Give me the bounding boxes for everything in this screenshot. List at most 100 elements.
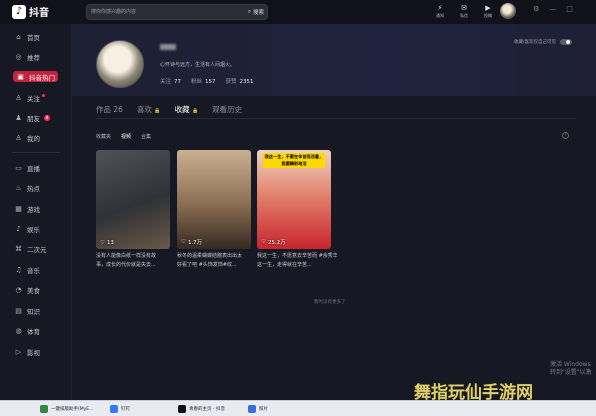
sidebar-item-game[interactable]: ▦ 游戏: [14, 203, 40, 215]
sidebar-item-music[interactable]: ♫ 音乐: [14, 264, 40, 276]
sidebar-item-hot[interactable]: ▣ 抖音热门: [13, 71, 58, 82]
sidebar-item-label: 直播: [27, 165, 40, 173]
search-button[interactable]: ⌕ 搜索: [248, 7, 264, 17]
settings-icon[interactable]: ⚙: [533, 5, 539, 13]
sidebar-item-home[interactable]: ⌂ 首页: [14, 31, 40, 43]
profile-header-background: [72, 24, 596, 96]
user-avatar[interactable]: [500, 3, 516, 19]
tab-label: 收藏: [174, 105, 190, 114]
message-button[interactable]: ✉ 私信: [458, 4, 470, 19]
taskbar-label: 钉钉: [121, 407, 130, 412]
taskbar-item[interactable]: 钉钉: [110, 404, 130, 414]
film-icon: ▷: [15, 348, 22, 356]
stat-followers[interactable]: 粉丝 157: [191, 77, 216, 85]
message-label: 私信: [460, 13, 468, 18]
privacy-toggle[interactable]: [560, 39, 573, 45]
video-caption[interactable]: 我这一生，不愿意去辛苦而 #余秀华 发文:我 这一生，走得就在辛苦...: [257, 252, 337, 270]
video-banner-text: 我这一生，不要在辛苦而活着，我要精彩地活: [263, 153, 325, 168]
notification-label: 通知: [436, 13, 444, 18]
sidebar-item-trending[interactable]: ♨ 热点: [14, 182, 40, 194]
app-icon: [178, 405, 186, 413]
sidebar-item-anime[interactable]: ⌘ 二次元: [14, 243, 47, 255]
food-icon: ◔: [15, 286, 22, 294]
taskbar-label: 青春的主页 - 抖音: [189, 407, 225, 412]
profile-avatar[interactable]: [96, 40, 144, 88]
taskbar-label: 一键排版助手(MyE...: [51, 407, 94, 412]
subtab-videos[interactable]: 视频: [121, 133, 131, 140]
lock-icon: 🔒: [154, 108, 161, 114]
game-icon: ▦: [15, 205, 22, 213]
app-logo[interactable]: ♪ 抖音: [12, 4, 49, 19]
caption-line: 这一生，走得就在辛苦...: [257, 262, 312, 268]
taskbar-item[interactable]: 青春的主页 - 抖音: [178, 404, 225, 414]
card-likes: ♡ 13: [100, 240, 114, 246]
recommend-icon: ◎: [15, 53, 22, 61]
upload-button[interactable]: ▶ 投稿: [482, 4, 494, 19]
sidebar-item-friends[interactable]: ♟ 朋友 8: [14, 112, 50, 124]
stat-value: 2351: [239, 79, 254, 85]
window-controls: ⚙ — □: [533, 5, 573, 13]
profile-stats: 关注 77 粉丝 157 获赞 2351: [160, 77, 254, 85]
tab-likes[interactable]: 喜欢 🔒: [137, 104, 161, 115]
sidebar-item-sports[interactable]: ◍ 体育: [14, 325, 40, 337]
video-caption[interactable]: 秋冬的温柔蝴蝶结腕表出出太 好看了吧 #头饰发饰#纹...: [177, 252, 251, 270]
search-button-label: 搜索: [252, 10, 264, 16]
upload-label: 投稿: [484, 13, 492, 18]
sidebar-item-label: 知识: [27, 308, 40, 316]
app-icon: [110, 405, 118, 413]
profile-name-redacted: [160, 44, 176, 50]
search-input[interactable]: [91, 6, 231, 18]
sidebar-item-knowledge[interactable]: ▤ 知识: [14, 305, 40, 317]
sidebar-item-film[interactable]: ▷ 影视: [14, 346, 40, 358]
sidebar-item-food[interactable]: ◔ 美食: [14, 284, 40, 296]
privacy-setting: 收藏/喜欢仅自己可见: [514, 39, 573, 45]
video-caption[interactable]: 没有人能像白纸一样没有故 事，成长的代价就是失去...: [96, 252, 170, 270]
watermark-line: 激活 Windows: [550, 361, 591, 368]
tv-icon: ▶: [485, 4, 491, 12]
new-dot: [42, 93, 45, 97]
knowledge-icon: ▤: [15, 307, 22, 315]
notification-button[interactable]: ⚡ 通知: [434, 4, 446, 19]
stat-likes: 获赞 2351: [226, 77, 254, 85]
no-more-text: 暂时没有更多了: [314, 300, 346, 305]
sidebar-item-label: 首页: [27, 34, 40, 42]
app-icon: [40, 405, 48, 413]
video-card[interactable]: 我这一生，不要在辛苦而活着，我要精彩地活 ♡ 25.2万: [257, 150, 331, 249]
windows-activation-watermark: 激活 Windows 转到"设置"以激: [550, 361, 592, 377]
stat-value: 77: [174, 79, 182, 85]
maximize-icon[interactable]: □: [566, 5, 573, 13]
taskbar-item[interactable]: 照片: [248, 404, 268, 414]
sidebar-item-entertainment[interactable]: ♪ 娱乐: [14, 223, 40, 235]
sidebar-item-label: 美食: [27, 287, 40, 295]
sidebar-item-label: 我的: [27, 135, 40, 143]
tab-works[interactable]: 作品 26: [96, 104, 123, 115]
sidebar-item-mine[interactable]: ♙ 我的: [14, 132, 40, 144]
friends-badge: 8: [44, 115, 50, 121]
profile-bio: 心怀诗与远方，生活有人间烟火。: [160, 62, 236, 68]
home-icon: ⌂: [16, 33, 21, 41]
favorites-subtabs: 收藏夹 视频 合集: [96, 133, 151, 140]
caption-line: 事，成长的代价就是失去...: [96, 262, 156, 268]
heart-icon: ♡: [261, 239, 266, 245]
likes-count: 1.7万: [187, 240, 203, 246]
help-icon[interactable]: ?: [562, 132, 569, 139]
tab-label: 喜欢: [136, 105, 152, 114]
minimize-icon[interactable]: —: [549, 5, 556, 13]
taskbar-item[interactable]: 一键排版助手(MyE...: [40, 404, 93, 414]
sidebar-item-live[interactable]: ▭ 直播: [14, 162, 40, 174]
stat-following[interactable]: 关注 77: [160, 77, 181, 85]
sidebar-item-recommend[interactable]: ◎ 推荐: [14, 51, 40, 63]
video-card[interactable]: ♡ 13: [96, 150, 170, 249]
tab-history[interactable]: 观看历史: [212, 104, 242, 115]
caption-line: 秋冬的温柔蝴蝶结腕表出出太: [177, 253, 243, 259]
app-icon: [248, 405, 256, 413]
sidebar-item-label: 抖音热门: [29, 73, 55, 82]
heart-icon: ♡: [181, 239, 186, 245]
tab-favorites[interactable]: 收藏 🔒: [175, 104, 199, 115]
video-card[interactable]: ♡ 1.7万: [177, 150, 251, 249]
anime-icon: ⌘: [15, 245, 22, 253]
sidebar-item-label: 朋友: [27, 115, 40, 123]
sidebar-item-follow[interactable]: ♙ 关注: [14, 92, 45, 104]
subtab-collections[interactable]: 合集: [141, 133, 151, 140]
subtab-folders[interactable]: 收藏夹: [96, 133, 111, 140]
